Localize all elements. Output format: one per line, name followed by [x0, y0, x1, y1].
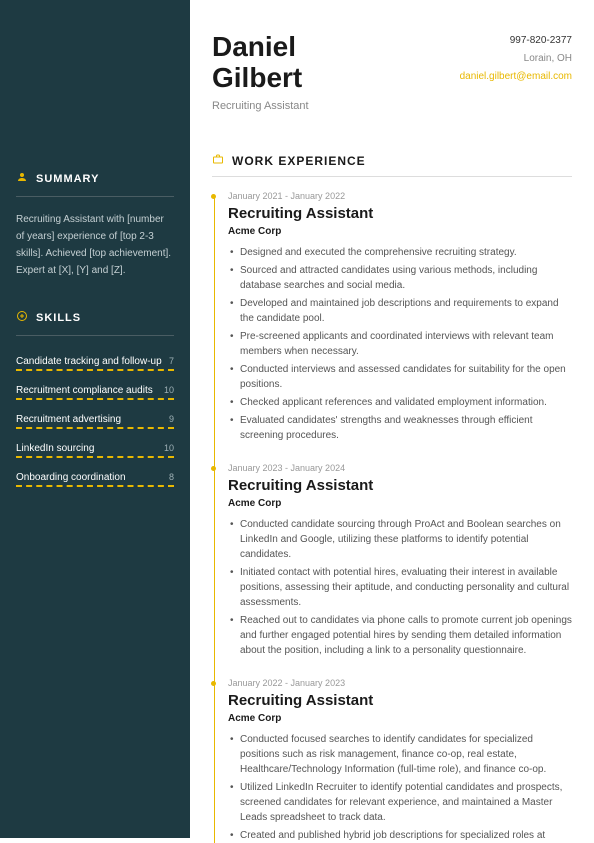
skills-list: Candidate tracking and follow-up 7 Recruit… — [16, 350, 174, 487]
job-dates: January 2023 - January 2024 — [228, 463, 572, 473]
skill-rating: 10 — [164, 385, 174, 395]
skill-bar — [16, 427, 174, 429]
job-role: Recruiting Assistant — [228, 477, 572, 494]
skill-item: Recruitment advertising 9 — [16, 408, 174, 427]
job-bullets: Designed and executed the comprehensive … — [228, 245, 572, 443]
job-bullet: Designed and executed the comprehensive … — [240, 245, 572, 260]
skill-bar — [16, 369, 174, 371]
job-company: Acme Corp — [228, 713, 572, 724]
job-bullet: Evaluated candidates' strengths and weak… — [240, 413, 572, 443]
skills-header: SKILLS — [16, 309, 174, 336]
skill-rating: 9 — [169, 414, 174, 424]
skill-item: Recruitment compliance audits 10 — [16, 379, 174, 398]
skill-bar — [16, 398, 174, 400]
job-entry: January 2021 - January 2022 Recruiting As… — [228, 191, 572, 443]
work-title: WORK EXPERIENCE — [232, 154, 366, 168]
plus-circle-icon — [16, 309, 28, 327]
job-bullet: Initiated contact with potential hires, … — [240, 565, 572, 610]
job-bullet: Conducted interviews and assessed candid… — [240, 362, 572, 392]
skills-title: SKILLS — [36, 312, 81, 324]
briefcase-icon — [212, 152, 224, 170]
skill-rating: 10 — [164, 443, 174, 453]
skill-bar — [16, 456, 174, 458]
job-bullet: Sourced and attracted candidates using v… — [240, 263, 572, 293]
job-bullet: Conducted focused searches to identify c… — [240, 732, 572, 777]
job-bullets: Conducted candidate sourcing through Pro… — [228, 517, 572, 658]
job-bullet: Developed and maintained job description… — [240, 296, 572, 326]
header-row: Daniel Gilbert Recruiting Assistant 997-… — [212, 32, 572, 112]
last-name: Gilbert — [212, 63, 309, 94]
job-company: Acme Corp — [228, 498, 572, 509]
skill-name: LinkedIn sourcing — [16, 443, 94, 454]
first-name: Daniel — [212, 32, 309, 63]
skill-name: Recruitment compliance audits — [16, 385, 153, 396]
person-icon — [16, 170, 28, 188]
job-dates: January 2021 - January 2022 — [228, 191, 572, 201]
job-entry: January 2023 - January 2024 Recruiting As… — [228, 463, 572, 658]
job-bullets: Conducted focused searches to identify c… — [228, 732, 572, 843]
work-header: WORK EXPERIENCE — [212, 152, 572, 177]
job-company: Acme Corp — [228, 226, 572, 237]
job-role: Recruiting Assistant — [228, 692, 572, 709]
name-block: Daniel Gilbert Recruiting Assistant — [212, 32, 309, 112]
summary-header: SUMMARY — [16, 170, 174, 197]
skill-name: Candidate tracking and follow-up — [16, 356, 162, 367]
contact-block: 997-820-2377 Lorain, OH daniel.gilbert@e… — [460, 32, 572, 112]
skill-item: Candidate tracking and follow-up 7 — [16, 350, 174, 369]
job-bullet: Utilized LinkedIn Recruiter to identify … — [240, 780, 572, 825]
skill-bar — [16, 485, 174, 487]
skill-name: Onboarding coordination — [16, 472, 126, 483]
job-role: Recruiting Assistant — [228, 205, 572, 222]
skill-item: Onboarding coordination 8 — [16, 466, 174, 485]
skill-item: LinkedIn sourcing 10 — [16, 437, 174, 456]
summary-title: SUMMARY — [36, 173, 99, 185]
contact-phone: 997-820-2377 — [460, 32, 572, 50]
job-bullet: Reached out to candidates via phone call… — [240, 613, 572, 658]
timeline: January 2021 - January 2022 Recruiting As… — [212, 191, 572, 843]
summary-text: Recruiting Assistant with [number of yea… — [16, 211, 174, 279]
skill-rating: 8 — [169, 472, 174, 482]
skill-rating: 7 — [169, 356, 174, 366]
job-bullet: Conducted candidate sourcing through Pro… — [240, 517, 572, 562]
job-title: Recruiting Assistant — [212, 100, 309, 112]
skill-name: Recruitment advertising — [16, 414, 121, 425]
job-bullet: Checked applicant references and validat… — [240, 395, 572, 410]
job-entry: January 2022 - January 2023 Recruiting As… — [228, 678, 572, 843]
main-content: Daniel Gilbert Recruiting Assistant 997-… — [190, 0, 594, 838]
job-bullet: Pre-screened applicants and coordinated … — [240, 329, 572, 359]
job-bullet: Created and published hybrid job descrip… — [240, 828, 572, 843]
contact-location: Lorain, OH — [460, 50, 572, 68]
sidebar: SUMMARY Recruiting Assistant with [numbe… — [0, 0, 190, 838]
job-dates: January 2022 - January 2023 — [228, 678, 572, 688]
contact-email: daniel.gilbert@email.com — [460, 68, 572, 86]
